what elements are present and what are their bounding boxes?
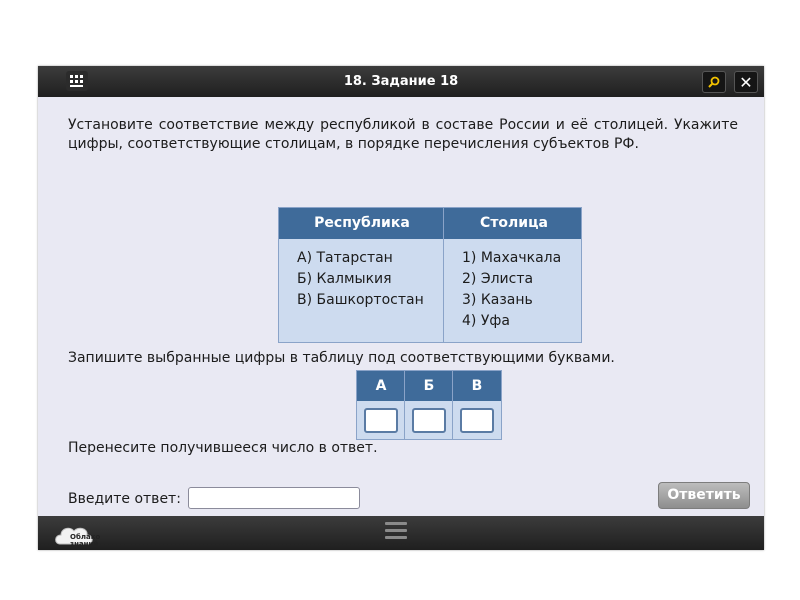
question-text: Установите соответствие между республико… <box>68 117 738 152</box>
list-item: 3) Казань <box>462 292 533 308</box>
answer-table: А Б В <box>356 370 502 440</box>
logo-text: Облако знаний <box>70 533 101 548</box>
title-bar: 18. Задание 18 ✕ <box>38 66 764 97</box>
list-item: Б) Калмыкия <box>297 271 392 287</box>
header-republic: Республика <box>314 215 410 231</box>
bottom-bar: Облако знаний <box>38 516 764 550</box>
answer-header-b: Б <box>423 378 435 394</box>
answer-table-header: А Б В <box>357 371 501 401</box>
instruction-text: Запишите выбранные цифры в таблицу под с… <box>68 350 615 366</box>
answer-field[interactable] <box>188 487 360 509</box>
list-item: 1) Махачкала <box>462 250 562 266</box>
close-icon[interactable]: ✕ <box>734 71 758 93</box>
answer-label: Введите ответ: <box>68 491 181 507</box>
answer-header-v: В <box>471 378 483 394</box>
window-title: 18. Задание 18 <box>343 74 459 89</box>
answer-input-v[interactable] <box>460 408 494 433</box>
answer-input-b[interactable] <box>412 408 446 433</box>
oblako-znaniy-logo[interactable]: Облако знаний <box>52 520 100 548</box>
republic-list: А) Татарстан Б) Калмыкия В) Башкортостан <box>297 248 424 311</box>
transfer-instruction: Перенесите получившееся число в ответ. <box>68 440 378 456</box>
column-divider <box>443 208 444 342</box>
list-item: 4) Уфа <box>462 313 510 329</box>
header-capital: Столица <box>480 215 548 231</box>
list-item: В) Башкортостан <box>297 292 424 308</box>
answer-input-a[interactable] <box>364 408 398 433</box>
answer-divider <box>404 371 405 439</box>
search-icon[interactable] <box>702 71 726 93</box>
list-item: А) Татарстан <box>297 250 393 266</box>
submit-button[interactable]: Ответить <box>658 482 750 509</box>
match-table: Республика Столица А) Татарстан Б) Калмы… <box>278 207 582 343</box>
match-table-header: Республика Столица <box>279 208 581 239</box>
list-item: 2) Элиста <box>462 271 534 287</box>
task-window: 18. Задание 18 ✕ Установите соответствие… <box>38 66 764 550</box>
task-content: Установите соответствие между республико… <box>68 116 738 509</box>
capital-list: 1) Махачкала 2) Элиста 3) Казань 4) Уфа <box>462 248 561 332</box>
answer-header-a: А <box>375 378 387 394</box>
drag-handle-icon[interactable] <box>385 522 407 544</box>
answer-divider <box>452 371 453 439</box>
